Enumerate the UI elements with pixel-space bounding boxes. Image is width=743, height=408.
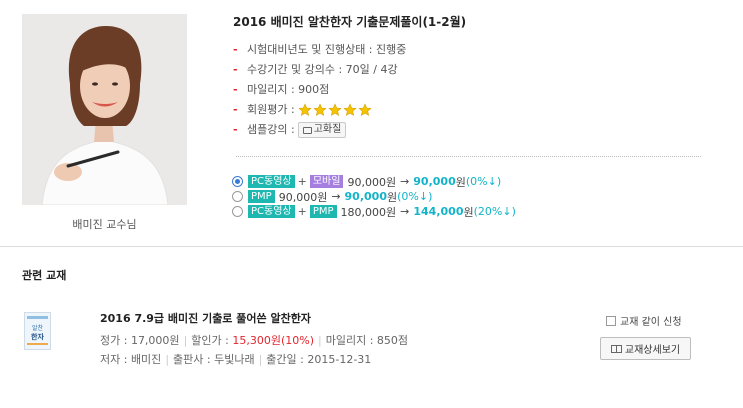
book-detail-button[interactable]: 교재상세보기 bbox=[600, 337, 691, 360]
book-publisher: 출판사 : 두빛나래 bbox=[173, 353, 255, 366]
course-title: 2016 배미진 알찬한자 기출문제풀이(1-2월) bbox=[233, 15, 467, 29]
info-duration: - 수강기간 및 강의수 : 70일 / 4강 bbox=[233, 60, 406, 80]
book-sale-label: 할인가 : bbox=[191, 334, 233, 347]
plus-sign: + bbox=[297, 205, 307, 218]
book-cover[interactable]: 알찬 한자 bbox=[24, 312, 51, 350]
media-tag: PC동영상 bbox=[248, 205, 295, 218]
bullet-dash: - bbox=[233, 43, 238, 56]
star-icon bbox=[358, 103, 372, 116]
radio-button[interactable] bbox=[232, 206, 243, 217]
purchase-option-3[interactable]: PC동영상 + PMP 180,000원 → 144,000 원 (20%↓) bbox=[232, 204, 516, 219]
book-title[interactable]: 2016 7.9급 배미진 기출로 풀어쓴 알찬한자 bbox=[100, 310, 311, 326]
sale-price: 90,000 bbox=[344, 190, 387, 203]
book-icon bbox=[610, 344, 622, 353]
rating-stars bbox=[298, 103, 372, 117]
original-price: 90,000원 bbox=[278, 190, 328, 204]
separator: | bbox=[183, 334, 188, 347]
book-together-checkbox[interactable]: 교재 같이 신청 bbox=[606, 313, 682, 328]
media-tag: PC동영상 bbox=[248, 175, 295, 188]
star-icon bbox=[343, 103, 357, 116]
discount-rate: (0%↓) bbox=[465, 175, 502, 188]
discount-rate: (20%↓) bbox=[473, 205, 516, 218]
separator: | bbox=[165, 353, 170, 366]
book-mileage: 마일리지 : 850점 bbox=[325, 334, 409, 347]
original-price: 180,000원 bbox=[340, 205, 397, 219]
bullet-dash: - bbox=[233, 103, 238, 116]
book-author: 저자 : 배미진 bbox=[100, 353, 162, 366]
media-tag: 모바일 bbox=[309, 175, 344, 188]
star-icon bbox=[313, 103, 327, 116]
media-tag: PMP bbox=[309, 205, 337, 218]
info-sample: - 샘플강의 : 고화질 bbox=[233, 120, 406, 140]
book-sale-price: 15,300원(10%) bbox=[232, 334, 314, 347]
book-date: 출간일 : 2015-12-31 bbox=[266, 353, 372, 366]
course-info-list: - 시험대비년도 및 진행상태 : 진행중 - 수강기간 및 강의수 : 70일 /… bbox=[233, 40, 406, 140]
info-label: 수강기간 및 강의수 : 70일 / 4강 bbox=[247, 63, 398, 76]
discount-rate: (0%↓) bbox=[397, 190, 433, 203]
info-label: 시험대비년도 및 진행상태 : 진행중 bbox=[247, 43, 407, 56]
related-books-title: 관련 교재 bbox=[22, 269, 67, 282]
book-price-line: 정가 : 17,000원 | 할인가 : 15,300원(10%) | 마일리지 : 8… bbox=[100, 332, 408, 348]
separator: | bbox=[318, 334, 322, 347]
book-cover-text-1: 알찬 bbox=[32, 324, 44, 332]
arrow: → bbox=[400, 205, 410, 218]
plus-sign: + bbox=[297, 175, 307, 188]
book-meta-line: 저자 : 배미진 | 출판사 : 두빛나래 | 출간일 : 2015-12-31 bbox=[100, 351, 371, 367]
book-detail-label: 교재상세보기 bbox=[624, 345, 681, 356]
star-icon bbox=[328, 103, 342, 116]
camera-icon bbox=[302, 126, 312, 134]
won-unit: 원 bbox=[463, 205, 474, 219]
separator: | bbox=[258, 353, 263, 366]
instructor-caption: 배미진 교수님 bbox=[72, 218, 137, 231]
info-label: 회원평가 : bbox=[247, 103, 295, 116]
won-unit: 원 bbox=[455, 175, 466, 189]
section-divider bbox=[0, 246, 743, 247]
book-cover-text-2: 한자 bbox=[31, 332, 44, 341]
info-exam-status: - 시험대비년도 및 진행상태 : 진행중 bbox=[233, 40, 406, 60]
purchase-options: PC동영상 + 모바일 90,000원 → 90,000 원 (0%↓) PMP 90,000원 →… bbox=[232, 174, 516, 219]
purchase-option-1[interactable]: PC동영상 + 모바일 90,000원 → 90,000 원 (0%↓) bbox=[232, 174, 516, 189]
book-together-label: 교재 같이 신청 bbox=[620, 317, 682, 328]
radio-button[interactable] bbox=[232, 176, 243, 187]
sample-lecture-button[interactable]: 고화질 bbox=[297, 122, 347, 138]
sale-price: 90,000 bbox=[413, 175, 456, 188]
won-unit: 원 bbox=[386, 190, 398, 204]
media-tag: PMP bbox=[248, 190, 275, 203]
arrow: → bbox=[400, 175, 410, 188]
instructor-photo bbox=[22, 14, 187, 205]
sample-button-label: 고화질 bbox=[313, 124, 342, 135]
sale-price: 144,000 bbox=[413, 205, 464, 218]
bullet-dash: - bbox=[233, 63, 238, 76]
info-label: 마일리지 : 900점 bbox=[247, 83, 330, 96]
star-icon bbox=[298, 103, 312, 116]
book-list-price: 정가 : 17,000원 bbox=[100, 334, 180, 347]
info-label: 샘플강의 : bbox=[247, 123, 295, 136]
purchase-option-2[interactable]: PMP 90,000원 → 90,000 원 (0%↓) bbox=[232, 189, 516, 204]
checkbox[interactable] bbox=[606, 315, 616, 326]
bullet-dash: - bbox=[233, 83, 238, 96]
original-price: 90,000원 bbox=[347, 175, 397, 189]
arrow: → bbox=[331, 190, 341, 203]
bullet-dash: - bbox=[233, 123, 238, 136]
info-rating: - 회원평가 : bbox=[233, 100, 406, 120]
divider-dotted bbox=[236, 156, 701, 157]
info-mileage: - 마일리지 : 900점 bbox=[233, 80, 406, 100]
radio-button[interactable] bbox=[232, 191, 243, 202]
